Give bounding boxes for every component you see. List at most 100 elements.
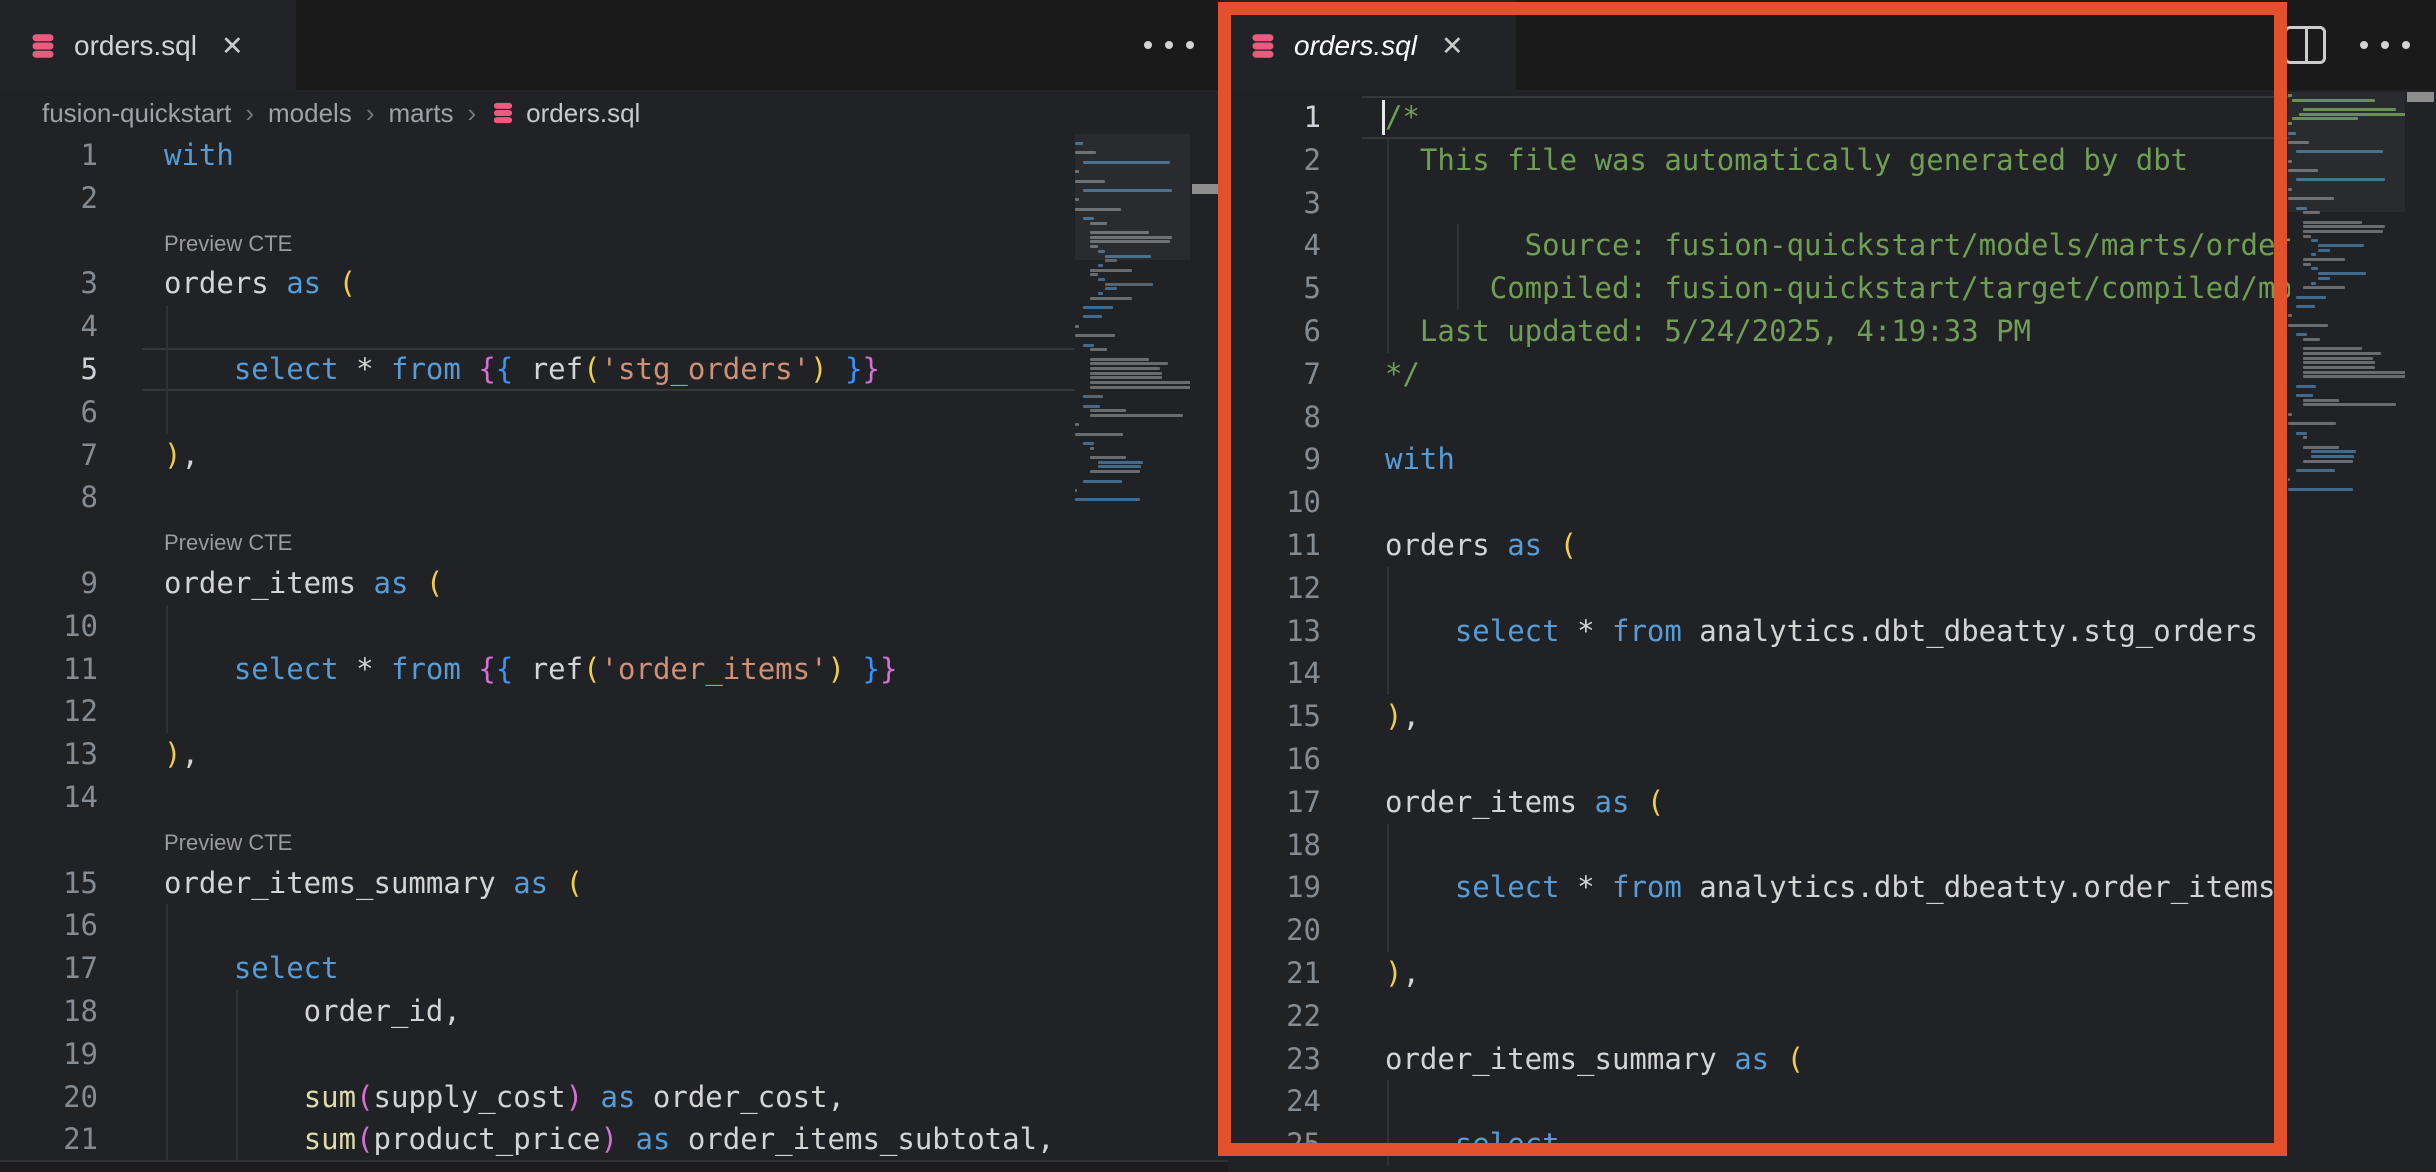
line-number: 11 [1220, 524, 1321, 567]
code-line: 24 [1220, 1080, 2290, 1123]
line-number: 19 [1220, 866, 1321, 909]
line-number: 2 [0, 177, 98, 220]
chevron-right-icon: › [245, 98, 254, 129]
code-line: 5 Compiled: fusion-quickstart/target/com… [1220, 267, 2290, 310]
code-line: 13 select * from analytics.dbt_dbeatty.s… [1220, 610, 2290, 653]
code-line: 2 [0, 177, 1075, 220]
code-text: orders as ( [164, 262, 356, 305]
editor-group-left: orders.sql ✕ fusion-quickstart › models … [0, 0, 1220, 1172]
code-lines: 1with2Preview CTE3orders as (45 select *… [0, 134, 1075, 1172]
line-number: 3 [1220, 182, 1321, 225]
close-icon[interactable]: ✕ [221, 33, 244, 60]
code-line: 4 Source: fusion-quickstart/models/marts… [1220, 224, 2290, 267]
line-number: 18 [0, 990, 98, 1033]
line-number: 20 [1220, 909, 1321, 952]
vscode-window: orders.sql ✕ fusion-quickstart › models … [0, 0, 2436, 1172]
code-line: 12 [0, 690, 1075, 733]
database-icon [490, 100, 516, 126]
code-text: Last updated: 5/24/2025, 4:19:33 PM [1385, 310, 2031, 353]
line-number: 5 [0, 348, 98, 391]
line-number: 13 [1220, 610, 1321, 653]
code-line: 4 [0, 305, 1075, 348]
line-number: 3 [0, 262, 98, 305]
code-line: 12 [1220, 567, 2290, 610]
codelens-label: Preview CTE [164, 819, 292, 862]
codelens-row[interactable]: Preview CTE [0, 519, 1075, 562]
overview-cursor-marker [2407, 92, 2434, 102]
code-line: 2 This file was automatically generated … [1220, 139, 2290, 182]
codelens-row[interactable]: Preview CTE [0, 819, 1075, 862]
line-number: 5 [1220, 267, 1321, 310]
line-number [0, 220, 98, 263]
breadcrumb-item-marts[interactable]: marts [388, 98, 453, 129]
code-text: select * from analytics.dbt_dbeatty.stg_… [1385, 610, 2258, 653]
minimap[interactable] [2288, 92, 2405, 1172]
code-line: 15), [1220, 695, 2290, 738]
breadcrumb-item-file[interactable]: orders.sql [490, 98, 640, 129]
code-line: 14 [0, 776, 1075, 819]
tab-orders-sql-right[interactable]: orders.sql ✕ [1220, 0, 1516, 92]
line-number [0, 519, 98, 562]
line-number: 18 [1220, 824, 1321, 867]
minimap[interactable] [1075, 134, 1190, 1172]
line-number: 10 [1220, 481, 1321, 524]
code-editor-right[interactable]: 1/*2 This file was automatically generat… [1220, 92, 2436, 1172]
code-text: This file was automatically generated by… [1385, 139, 2188, 182]
line-number: 22 [1220, 995, 1321, 1038]
codelens-row[interactable]: Preview CTE [0, 220, 1075, 263]
line-number: 15 [0, 862, 98, 905]
code-line: 9order_items as ( [0, 562, 1075, 605]
line-number: 7 [0, 434, 98, 477]
line-number: 12 [1220, 567, 1321, 610]
tabstrip-left: orders.sql ✕ [0, 0, 1220, 92]
more-actions-icon[interactable] [1144, 41, 1194, 49]
scrollbar[interactable] [1190, 134, 1220, 1172]
code-text: ), [1385, 695, 1420, 738]
more-actions-icon[interactable] [2360, 41, 2410, 49]
line-number: 6 [0, 391, 98, 434]
text-cursor [1382, 100, 1385, 135]
code-text: select * from {{ ref('stg_orders') }} [164, 348, 880, 391]
scrollbar[interactable] [2405, 92, 2436, 1172]
window-bottom-edge [0, 1160, 1228, 1172]
code-line: 6 [0, 391, 1075, 434]
line-number: 16 [1220, 738, 1321, 781]
line-number: 21 [0, 1118, 98, 1161]
codelens-label: Preview CTE [164, 519, 292, 562]
close-icon[interactable]: ✕ [1441, 33, 1464, 60]
line-number: 8 [0, 476, 98, 519]
tab-actions-right [2284, 0, 2436, 90]
code-text: with [164, 134, 234, 177]
code-editor-left[interactable]: 1with2Preview CTE3orders as (45 select *… [0, 134, 1220, 1172]
line-number: 4 [0, 305, 98, 348]
code-line: 19 select * from analytics.dbt_dbeatty.o… [1220, 866, 2290, 909]
code-line: 3 orders as ( [0, 262, 1075, 305]
code-line: 9with [1220, 438, 2290, 481]
code-line: 10 [1220, 481, 2290, 524]
tab-orders-sql-left[interactable]: orders.sql ✕ [0, 0, 296, 92]
code-line: 13), [0, 733, 1075, 776]
line-number: 17 [1220, 781, 1321, 824]
tab-actions-left [1144, 0, 1220, 90]
code-line: 15order_items_summary as ( [0, 862, 1075, 905]
code-line: 1with [0, 134, 1075, 177]
code-line: 3 [1220, 182, 2290, 225]
code-line: 17 order_items as ( [1220, 781, 2290, 824]
split-editor-icon[interactable] [2284, 26, 2326, 64]
line-number: 12 [0, 690, 98, 733]
code-text: order_id, [164, 990, 461, 1033]
code-line: 7), [0, 434, 1075, 477]
code-line: 22 [1220, 995, 2290, 1038]
code-line: 5 select * from {{ ref('stg_orders') }} [0, 348, 1075, 391]
breadcrumb-item-project[interactable]: fusion-quickstart [42, 98, 231, 129]
breadcrumb-item-models[interactable]: models [268, 98, 352, 129]
line-number: 24 [1220, 1080, 1321, 1123]
line-number [0, 819, 98, 862]
code-line: 19 [0, 1033, 1075, 1076]
code-text: order_items as ( [1385, 781, 1664, 824]
code-text: with [1385, 438, 1455, 481]
code-text: order_items as ( [164, 562, 443, 605]
tab-label: orders.sql [74, 30, 197, 62]
code-text: order_items_summary as ( [1385, 1038, 1804, 1081]
code-text: ), [164, 434, 199, 477]
